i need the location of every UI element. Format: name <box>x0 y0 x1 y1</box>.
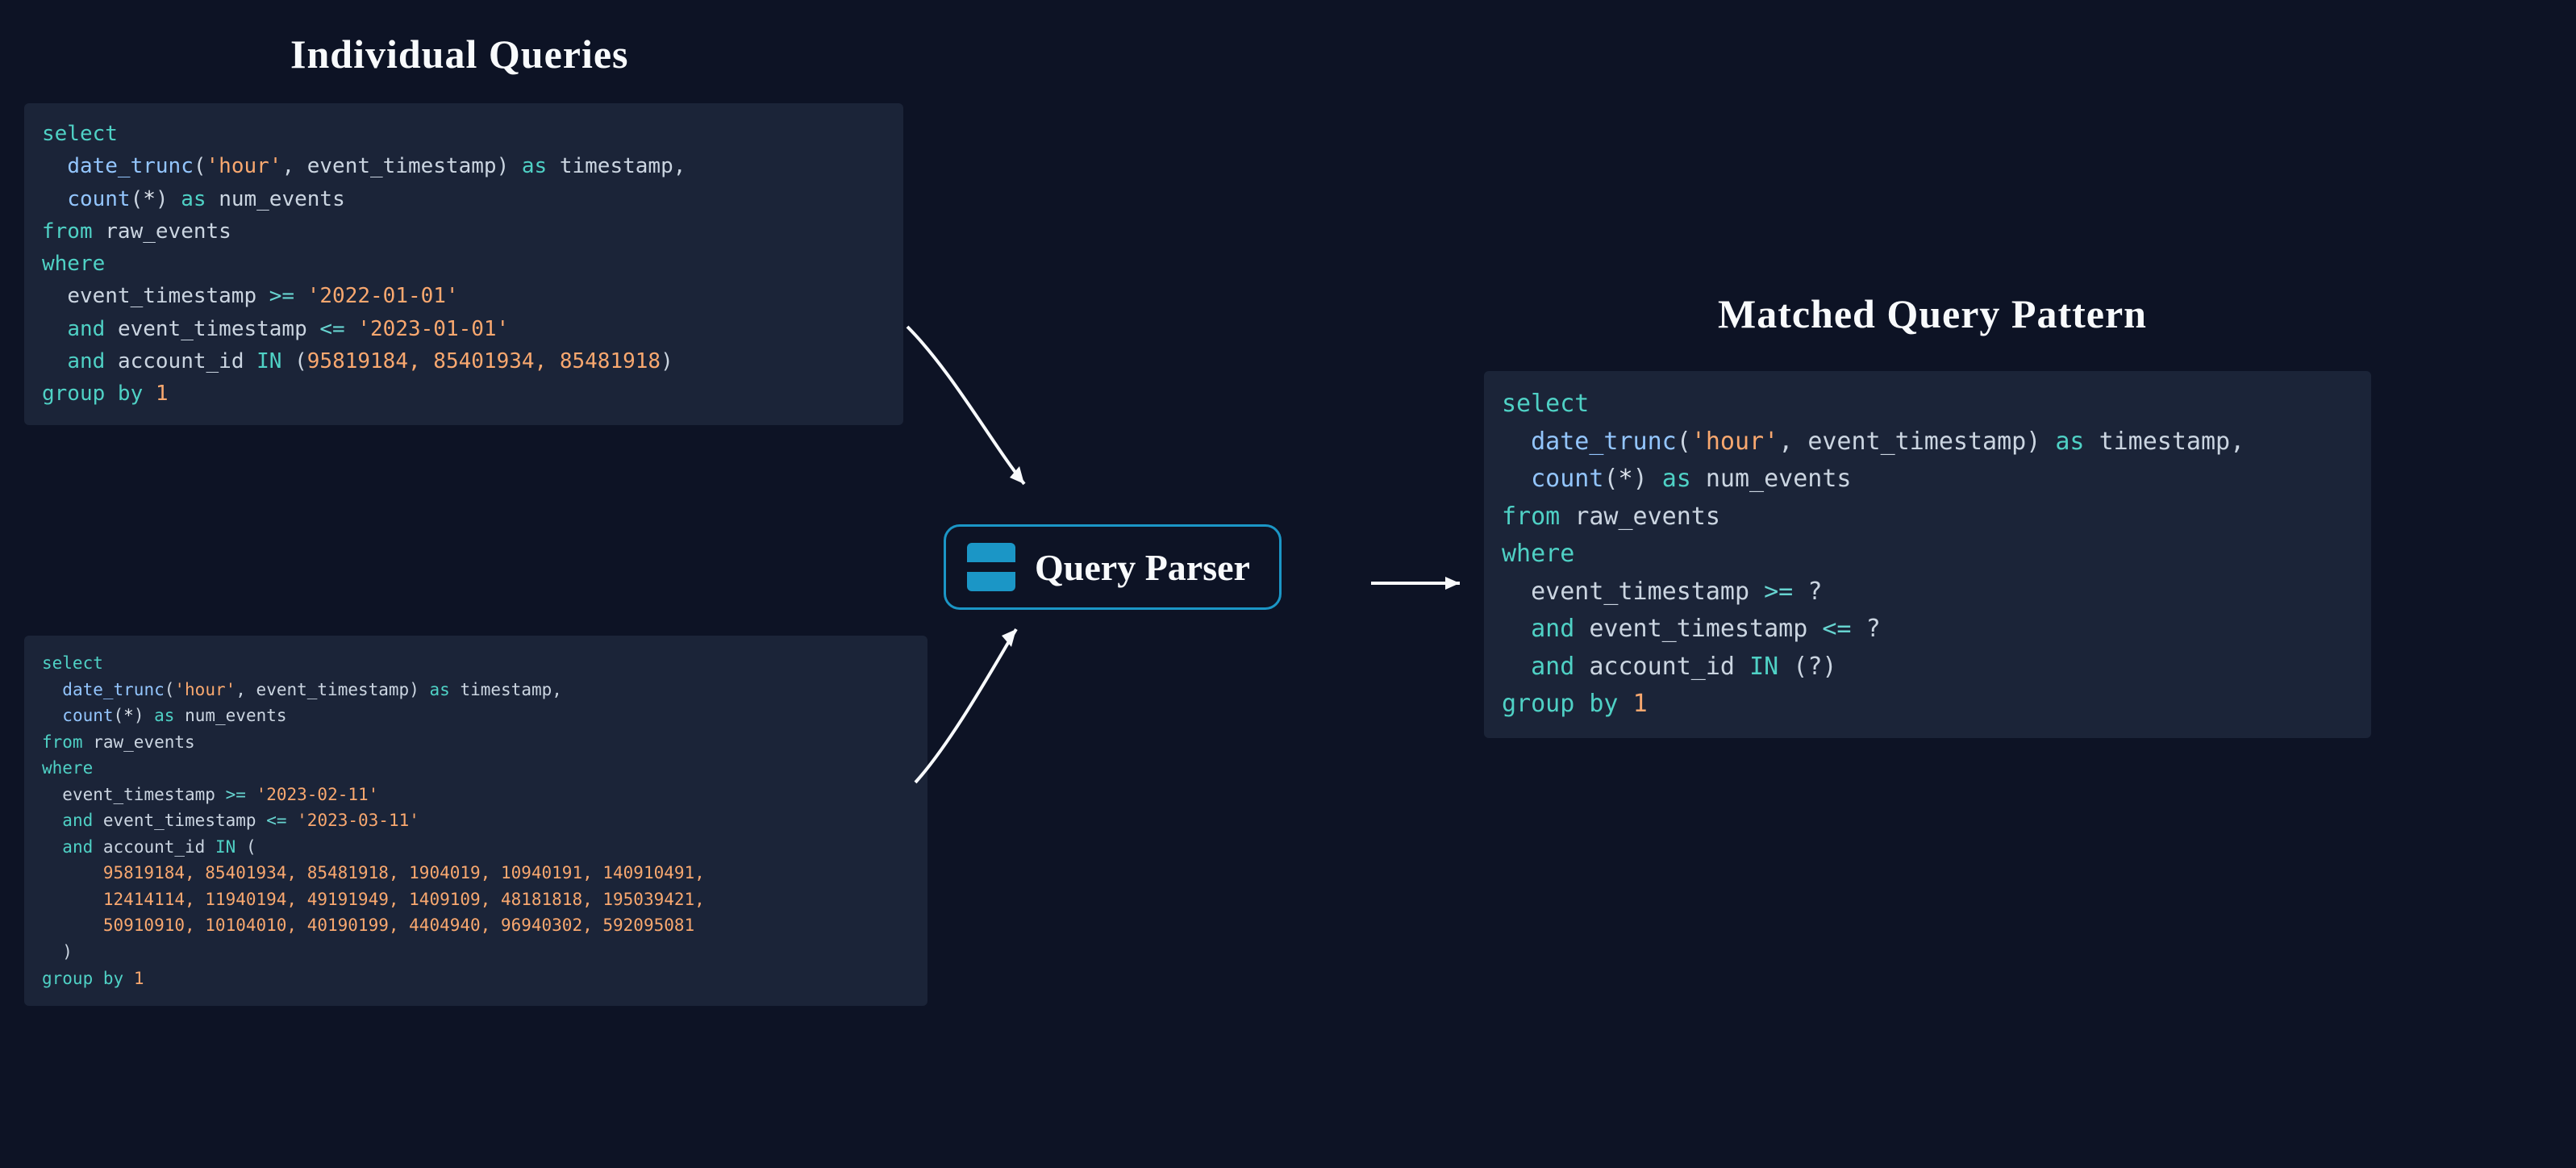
op-gte-c: >= <box>1764 578 1793 606</box>
parser-logo-icon <box>967 543 1015 591</box>
kw-as-2: as <box>181 187 206 211</box>
kw-from: from <box>42 219 93 244</box>
kw-select: select <box>42 122 118 146</box>
op-gte: >= <box>269 284 294 308</box>
op-lte-c: <= <box>1822 615 1851 643</box>
kw-as-b2: as <box>154 706 174 725</box>
op-lte: <= <box>319 317 344 341</box>
kw-and-b1: and <box>62 811 93 830</box>
kw-as-b: as <box>430 680 450 699</box>
num-one-b: 1 <box>134 969 144 988</box>
str-date2: '2023-01-01' <box>357 317 509 341</box>
ids-row-1: 12414114, 11940194, 49191949, 1409109, 4… <box>103 890 705 909</box>
heading-individual-queries: Individual Queries <box>290 31 629 77</box>
str-hour: 'hour' <box>206 154 282 178</box>
ids-row-2: 50910910, 10104010, 40190199, 4404940, 9… <box>103 916 694 935</box>
arrow-q2-to-parser <box>911 621 1057 799</box>
str-date1: '2022-01-01' <box>307 284 459 308</box>
fn-date-trunc: date_trunc <box>67 154 194 178</box>
fn-dt-c: date_trunc <box>1531 428 1677 456</box>
placeholder-2: ? <box>1866 615 1881 643</box>
pattern-box: select date_trunc('hour', event_timestam… <box>1484 371 2371 738</box>
str-d2-b: '2023-03-11' <box>297 811 419 830</box>
kw-select-b: select <box>42 653 103 673</box>
id-et-c2: event_timestamp <box>1589 615 1807 643</box>
id-aid-b: account_id <box>103 837 205 857</box>
kw-in-c: IN <box>1749 653 1778 681</box>
kw-as-c: as <box>2055 428 2084 456</box>
op-lte-b: <= <box>266 811 286 830</box>
placeholder-1: ? <box>1807 578 1822 606</box>
kw-gb-b: group by <box>42 969 123 988</box>
id-et-c1: event_timestamp <box>1531 578 1749 606</box>
ids-row-0: 95819184, 85401934, 85481918, 1904019, 1… <box>103 863 705 882</box>
id-et-b1: event_timestamp <box>62 785 215 804</box>
kw-from-c: from <box>1502 503 1560 531</box>
query-box-2: select date_trunc('hour', event_timestam… <box>24 636 927 1006</box>
kw-and-b2: and <box>62 837 93 857</box>
kw-where-c: where <box>1502 540 1574 568</box>
arrow-parser-to-pattern <box>1371 571 1484 595</box>
kw-as-c2: as <box>1662 465 1691 493</box>
kw-where-b: where <box>42 758 93 778</box>
id-re-c: raw_events <box>1574 503 1720 531</box>
fn-date-trunc-b: date_trunc <box>62 680 164 699</box>
str-hour-c: 'hour' <box>1691 428 1778 456</box>
kw-gb-c: group by <box>1502 690 1619 718</box>
id-num-events: num_events <box>219 187 345 211</box>
id-raw-events: raw_events <box>105 219 231 244</box>
kw-as: as <box>522 154 547 178</box>
kw-from-b: from <box>42 732 83 752</box>
id-et-b: event_timestamp <box>256 680 410 699</box>
num-ids: 95819184, 85401934, 85481918 <box>307 349 661 373</box>
id-et-2: event_timestamp <box>118 317 307 341</box>
id-et-c: event_timestamp <box>1807 428 2026 456</box>
fn-count-c: count <box>1531 465 1603 493</box>
kw-in-b: IN <box>215 837 236 857</box>
fn-count-b: count <box>62 706 113 725</box>
id-ne-c: num_events <box>1706 465 1852 493</box>
kw-group-by: group by <box>42 382 143 406</box>
parser-label: Query Parser <box>1035 546 1250 589</box>
op-gte-b: >= <box>226 785 246 804</box>
id-account-id: account_id <box>118 349 244 373</box>
id-et-1: event_timestamp <box>67 284 256 308</box>
str-d1-b: '2023-02-11' <box>256 785 379 804</box>
arrow-q1-to-parser <box>903 323 1065 532</box>
id-ts-c: timestamp <box>2099 428 2231 456</box>
str-hour-b: 'hour' <box>174 680 236 699</box>
id-event-timestamp: event_timestamp <box>307 154 497 178</box>
id-ne-b: num_events <box>185 706 286 725</box>
kw-in: IN <box>256 349 281 373</box>
kw-and-1: and <box>67 317 105 341</box>
parser-badge: Query Parser <box>944 524 1282 610</box>
kw-and-c2: and <box>1531 653 1574 681</box>
id-aid-c: account_id <box>1589 653 1735 681</box>
kw-and-2: and <box>67 349 105 373</box>
kw-where: where <box>42 252 105 276</box>
query-box-1: select date_trunc('hour', event_timestam… <box>24 103 903 425</box>
fn-count: count <box>67 187 130 211</box>
placeholder-3: ? <box>1807 653 1822 681</box>
num-one-c: 1 <box>1633 690 1648 718</box>
kw-select-c: select <box>1502 390 1589 418</box>
id-ts-b: timestamp <box>460 680 552 699</box>
id-timestamp: timestamp <box>560 154 673 178</box>
id-et-b2: event_timestamp <box>103 811 256 830</box>
heading-matched-pattern: Matched Query Pattern <box>1718 290 2147 337</box>
kw-and-c1: and <box>1531 615 1574 643</box>
id-re-b: raw_events <box>93 732 194 752</box>
num-one: 1 <box>156 382 169 406</box>
